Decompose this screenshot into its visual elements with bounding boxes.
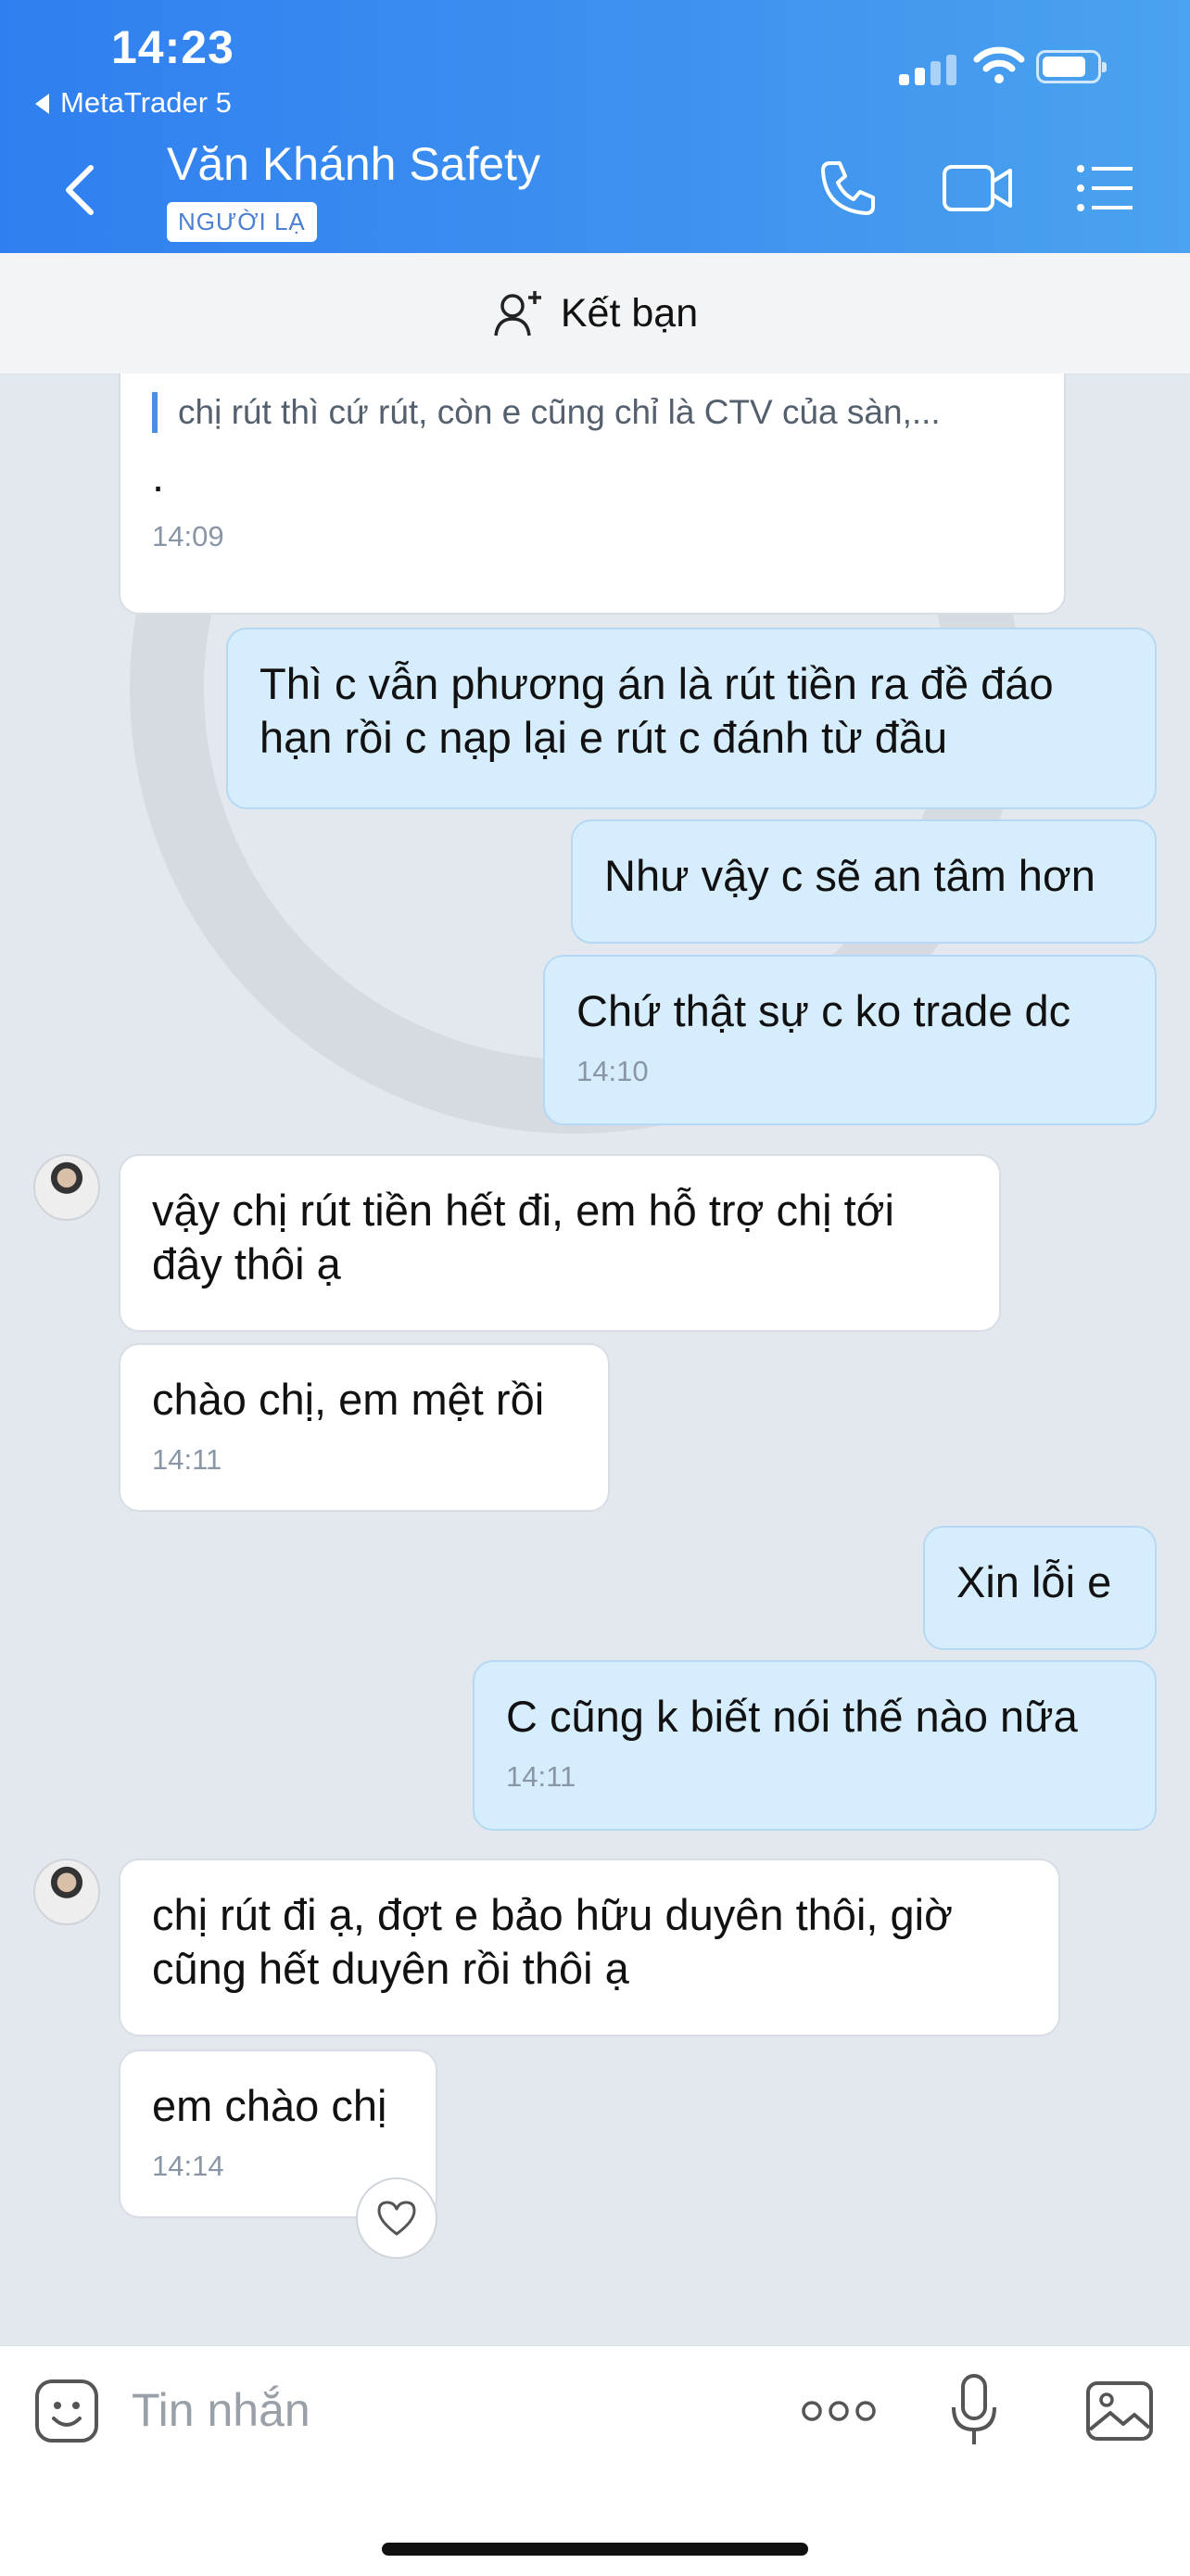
message-time: 14:09 <box>152 520 224 552</box>
video-icon[interactable] <box>942 158 1014 219</box>
message-text: chào chị, em mệt rồi <box>152 1375 545 1424</box>
phone-icon[interactable] <box>817 158 879 219</box>
back-arrow-icon[interactable] <box>54 162 109 218</box>
message-time: 14:11 <box>152 1443 222 1476</box>
contact-name[interactable]: Văn Khánh Safety <box>167 137 540 191</box>
sticker-icon[interactable] <box>33 2378 100 2444</box>
image-icon[interactable] <box>1084 2379 1155 2443</box>
message-input-bar: Tin nhắn <box>0 2345 1190 2576</box>
add-friend-button[interactable]: Kết bạn <box>0 253 1190 374</box>
message-time: 14:11 <box>506 1760 576 1793</box>
message-text: . <box>152 451 165 501</box>
chat-area[interactable]: chị rút thì cứ rút, còn e cũng chỉ là CT… <box>0 374 1190 2345</box>
back-app-label: MetaTrader 5 <box>60 86 232 119</box>
message-text: em chào chị <box>152 2081 387 2130</box>
message-bubble-incoming[interactable]: chào chị, em mệt rồi 14:11 <box>119 1343 610 1512</box>
message-bubble-incoming[interactable]: vậy chị rút tiền hết đi, em hỗ trợ chị t… <box>119 1154 1001 1332</box>
message-bubble-outgoing[interactable]: Xin lỗi e <box>923 1526 1157 1650</box>
message-text: Thì c vẫn phương án là rút tiền ra đề đá… <box>260 659 1054 762</box>
message-text: Chứ thật sự c ko trade dc <box>576 986 1071 1035</box>
message-bubble-outgoing[interactable]: Như vậy c sẽ an tâm hơn <box>571 819 1157 944</box>
message-bubble-outgoing[interactable]: Thì c vẫn phương án là rút tiền ra đề đá… <box>226 628 1157 809</box>
mic-icon[interactable] <box>949 2372 999 2450</box>
home-indicator <box>382 2543 808 2556</box>
header: 14:23 MetaTrader 5 Văn Khánh Safety NGƯỜ… <box>0 0 1190 253</box>
back-to-app-link[interactable]: MetaTrader 5 <box>35 86 232 120</box>
message-input[interactable]: Tin nhắn <box>132 2383 310 2437</box>
add-friend-icon <box>494 291 541 336</box>
message-text: Như vậy c sẽ an tâm hơn <box>604 851 1095 900</box>
more-icon[interactable] <box>801 2398 877 2424</box>
message-time: 14:14 <box>152 2150 224 2182</box>
message-text: C cũng k biết nói thế nào nữa <box>506 1692 1078 1741</box>
signal-icon <box>899 54 956 85</box>
back-triangle-icon <box>35 94 49 114</box>
message-text: chị rút đi ạ, đợt e bảo hữu duyên thôi, … <box>152 1890 953 1993</box>
react-heart-button[interactable] <box>356 2177 437 2259</box>
status-time: 14:23 <box>111 21 234 73</box>
menu-icon[interactable] <box>1075 158 1136 219</box>
message-bubble-outgoing[interactable]: Chứ thật sự c ko trade dc 14:10 <box>543 955 1157 1125</box>
contact-avatar[interactable] <box>33 1154 100 1221</box>
quoted-message[interactable]: chị rút thì cứ rút, còn e cũng chỉ là CT… <box>152 392 1032 433</box>
heart-icon <box>377 2201 416 2236</box>
message-text: vậy chị rút tiền hết đi, em hỗ trợ chị t… <box>152 1186 894 1288</box>
message-bubble-incoming[interactable]: chị rút đi ạ, đợt e bảo hữu duyên thôi, … <box>119 1859 1060 2037</box>
battery-icon <box>1036 50 1107 83</box>
contact-avatar[interactable] <box>33 1859 100 1925</box>
message-bubble-outgoing[interactable]: C cũng k biết nói thế nào nữa 14:11 <box>473 1660 1157 1831</box>
message-text: Xin lỗi e <box>956 1557 1112 1606</box>
stranger-badge: NGƯỜI LẠ <box>167 202 317 242</box>
wifi-icon <box>973 46 1025 83</box>
message-time: 14:10 <box>576 1055 649 1087</box>
message-bubble-incoming[interactable]: chị rút thì cứ rút, còn e cũng chỉ là CT… <box>119 374 1066 615</box>
add-friend-label: Kết bạn <box>560 290 699 336</box>
